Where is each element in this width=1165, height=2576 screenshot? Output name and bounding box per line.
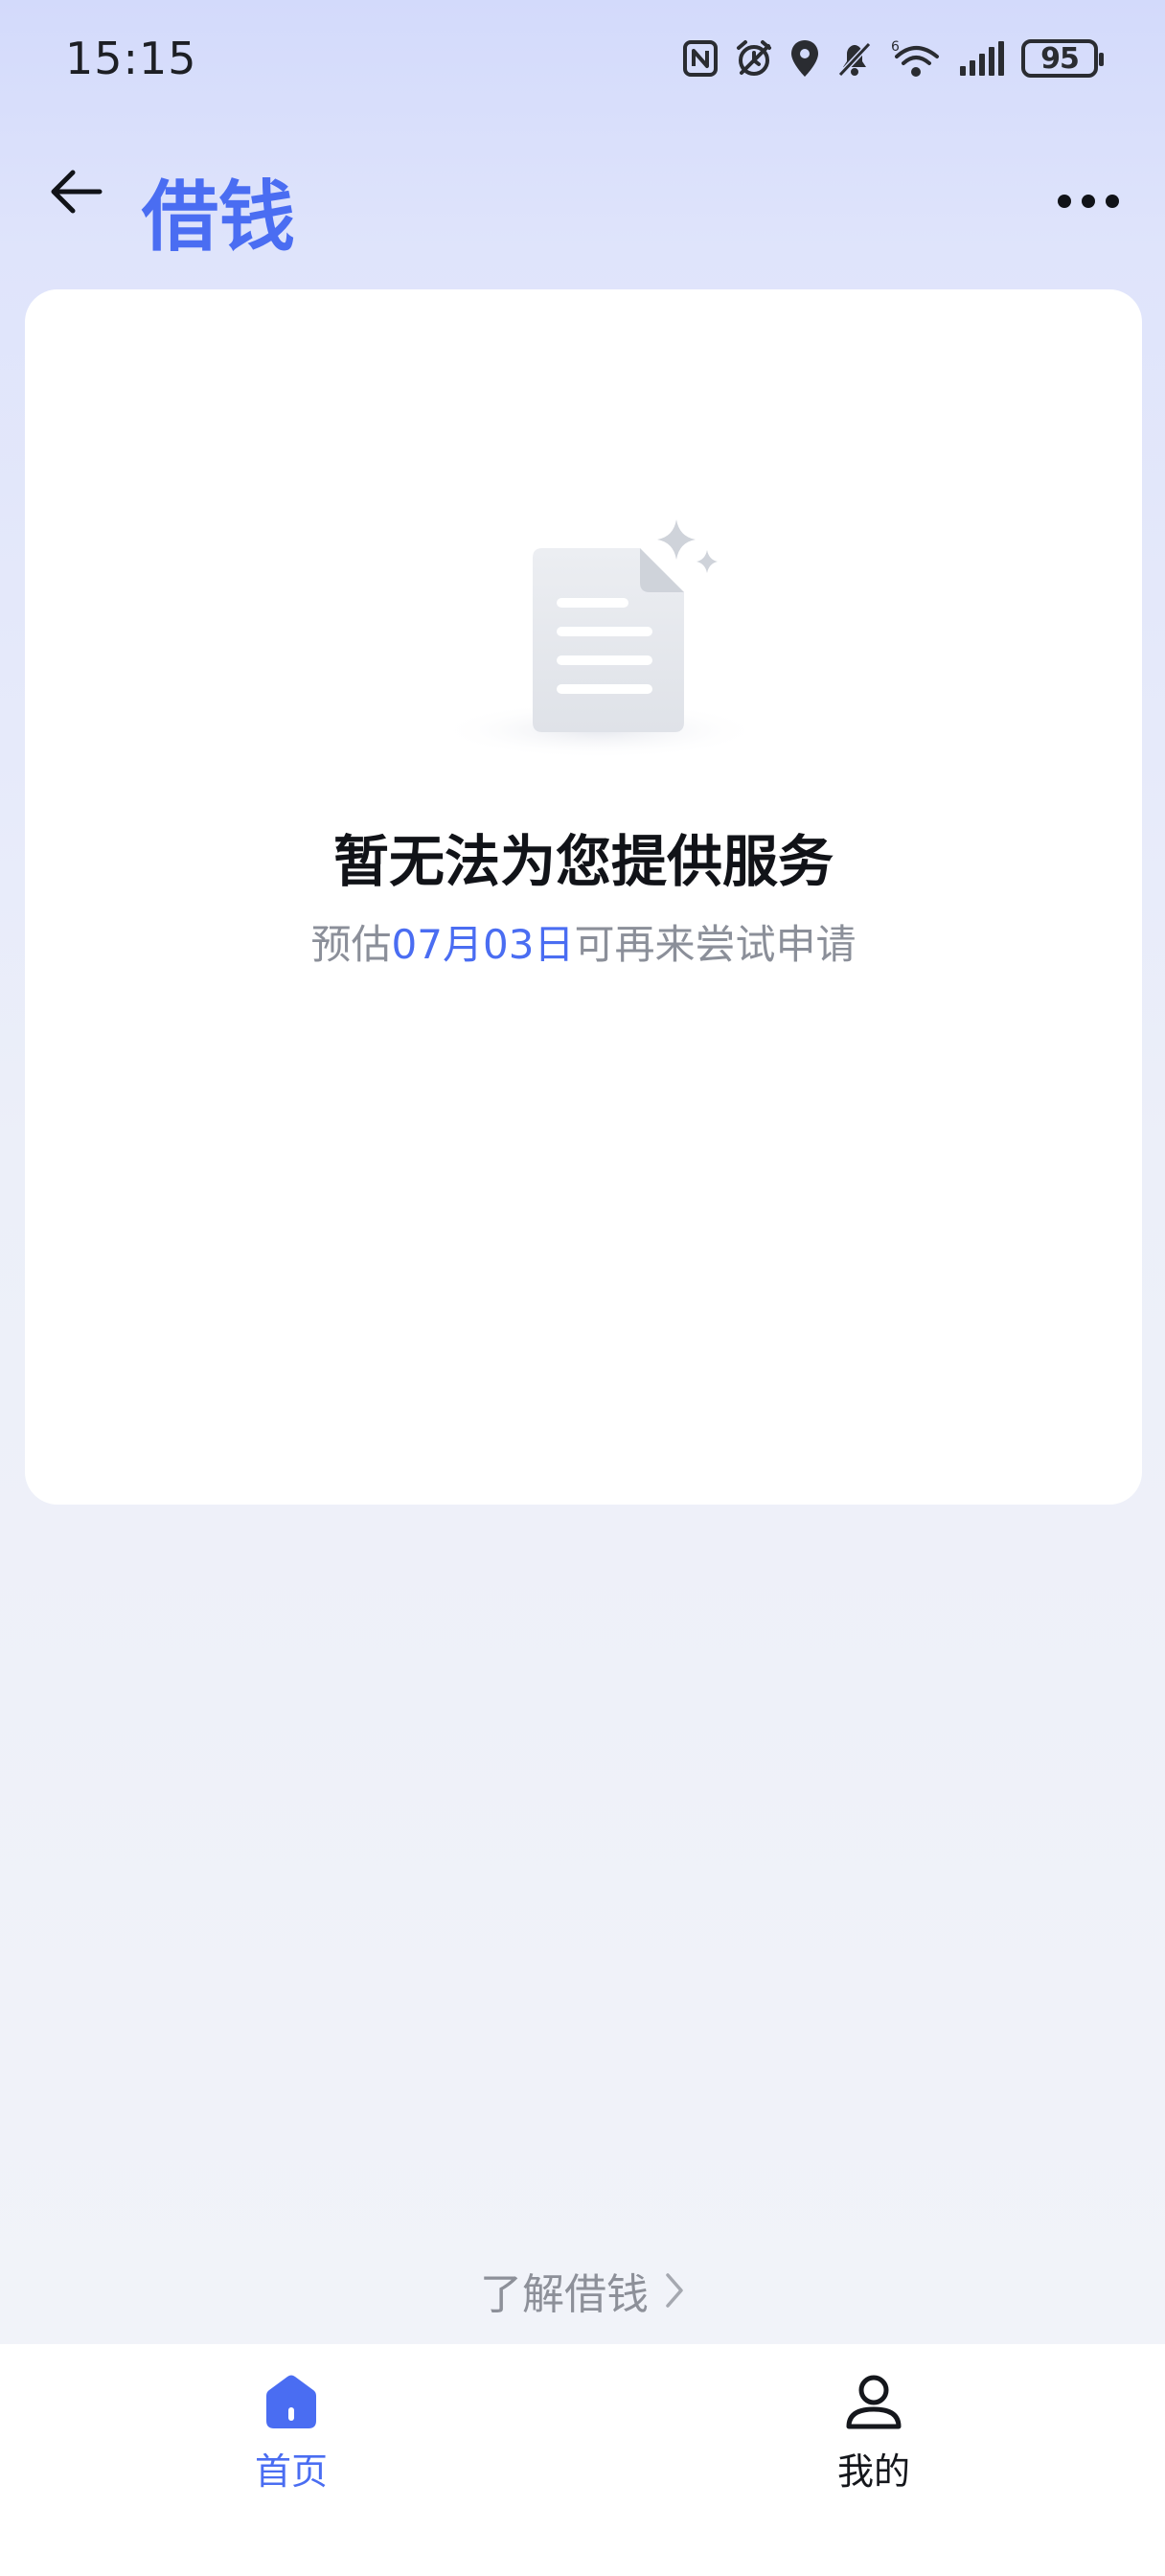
nav-item-home[interactable]: 首页 bbox=[195, 2371, 387, 2515]
empty-state-card: 暂无法为您提供服务 预估07月03日可再来尝试申请 bbox=[25, 289, 1142, 1505]
more-button[interactable] bbox=[1050, 163, 1127, 240]
nav-item-mine[interactable]: 我的 bbox=[778, 2371, 970, 2515]
home-icon bbox=[266, 2375, 316, 2428]
signal-icon bbox=[960, 41, 1004, 76]
bottom-nav: 首页 我的 bbox=[0, 2344, 1165, 2576]
empty-document-icon bbox=[437, 519, 763, 759]
subtitle-prefix: 预估 bbox=[310, 921, 392, 968]
user-icon bbox=[846, 2375, 902, 2429]
chevron-right-icon bbox=[666, 2273, 683, 2308]
more-dots-icon bbox=[1058, 195, 1119, 208]
status-time: 15:15 bbox=[65, 33, 197, 84]
learn-more-link[interactable]: 了解借钱 bbox=[0, 2260, 1165, 2321]
nav-label-home: 首页 bbox=[254, 2450, 328, 2493]
empty-state-title: 暂无法为您提供服务 bbox=[332, 829, 834, 894]
status-icons: 6 95 bbox=[682, 34, 1104, 82]
mute-icon bbox=[837, 41, 872, 78]
battery-icon: 95 bbox=[1021, 39, 1104, 78]
subtitle-suffix: 可再来尝试申请 bbox=[574, 921, 857, 968]
battery-level: 95 bbox=[1040, 41, 1080, 76]
nav-label-mine: 我的 bbox=[836, 2450, 910, 2493]
page-header: 借钱 bbox=[0, 144, 1165, 262]
arrow-left-icon bbox=[51, 170, 103, 214]
status-bar: 15:15 6 95 bbox=[0, 0, 1165, 115]
location-icon bbox=[791, 40, 818, 77]
learn-more-label: 了解借钱 bbox=[480, 2270, 649, 2319]
empty-state-subtitle: 预估07月03日可再来尝试申请 bbox=[25, 912, 1142, 971]
wifi-6-icon: 6 bbox=[891, 39, 939, 77]
retry-date: 07月03日 bbox=[391, 921, 575, 968]
page-title: 借钱 bbox=[142, 172, 295, 262]
back-button[interactable] bbox=[38, 153, 115, 230]
svg-text:6: 6 bbox=[891, 39, 900, 55]
alarm-icon bbox=[737, 40, 771, 76]
nfc-icon bbox=[683, 40, 718, 77]
